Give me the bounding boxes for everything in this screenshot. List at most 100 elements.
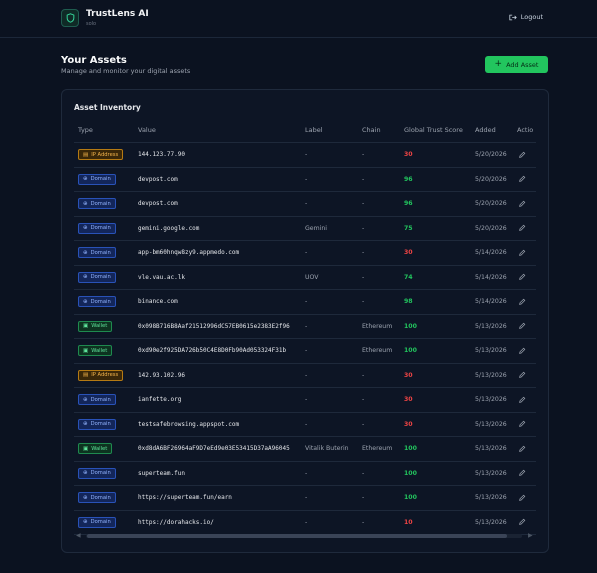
edit-button[interactable] bbox=[518, 168, 526, 192]
trust-score-cell: 10 bbox=[404, 518, 413, 526]
label-cell: - bbox=[305, 175, 308, 183]
type-cell: ▣ Wallet bbox=[78, 339, 113, 363]
table-row[interactable]: ⊕ Domain gemini.google.com Gemini - 75 5/20/20… bbox=[74, 217, 536, 241]
type-cell: ⊕ Domain bbox=[78, 192, 116, 216]
brand-name: TrustLens AI bbox=[86, 9, 149, 19]
scroll-left-icon[interactable]: ◀ bbox=[76, 532, 81, 539]
type-badge: ▣ Wallet bbox=[78, 345, 113, 357]
table-row[interactable]: ⊕ Domain app-bm60hnqw8zy9.appmedo.com - - 30 5… bbox=[74, 241, 536, 266]
add-asset-button[interactable]: + Add Asset bbox=[485, 56, 548, 73]
brand-subtitle: solo bbox=[86, 21, 97, 27]
pencil-icon bbox=[519, 249, 526, 256]
trust-score-cell: 98 bbox=[404, 298, 413, 306]
type-label: Domain bbox=[90, 298, 111, 305]
page-title: Your Assets bbox=[61, 55, 127, 66]
pencil-icon bbox=[519, 396, 526, 403]
value-cell: 142.93.102.96 bbox=[138, 371, 185, 379]
type-label: Wallet bbox=[91, 323, 108, 330]
table-row[interactable]: ▣ Wallet 0x098B716B8Aaf21512996dC57EB0615e… bbox=[74, 315, 536, 339]
column-header-action[interactable]: Actio bbox=[517, 126, 533, 134]
type-badge: ⊕ Domain bbox=[78, 296, 116, 308]
table-row[interactable]: ⊕ Domain binance.com - - 98 5/14/2026 bbox=[74, 290, 536, 315]
edit-button[interactable] bbox=[518, 462, 526, 486]
added-date-cell: 5/20/2026 bbox=[475, 200, 507, 208]
edit-button[interactable] bbox=[518, 511, 526, 535]
edit-button[interactable] bbox=[518, 290, 526, 314]
chain-cell: - bbox=[362, 298, 365, 306]
edit-button[interactable] bbox=[518, 437, 526, 461]
table-row[interactable]: ▤ IP Address 142.93.102.96 - - 30 5/13/2026 bbox=[74, 364, 536, 388]
table-row[interactable]: ⊕ Domain devpost.com - - 96 5/20/2026 bbox=[74, 192, 536, 217]
edit-button[interactable] bbox=[518, 413, 526, 437]
value-cell: https://dorahacks.io/ bbox=[138, 518, 214, 526]
table-row[interactable]: ▣ Wallet 0xd90e2f925DA726b50C4E8D0Fb90Ad05… bbox=[74, 339, 536, 364]
horizontal-scrollbar[interactable]: ◀ ▶ bbox=[74, 532, 536, 540]
server-icon: ▤ bbox=[83, 151, 89, 158]
trust-score-cell: 100 bbox=[404, 469, 417, 477]
value-cell: app-bm60hnqw8zy9.appmedo.com bbox=[138, 249, 240, 257]
edit-button[interactable] bbox=[518, 339, 526, 363]
scrollbar-thumb[interactable] bbox=[87, 534, 507, 538]
trust-score-cell: 100 bbox=[404, 445, 417, 453]
added-date-cell: 5/13/2026 bbox=[475, 396, 507, 404]
edit-button[interactable] bbox=[518, 143, 526, 167]
trust-score-cell: 100 bbox=[404, 322, 417, 330]
edit-button[interactable] bbox=[518, 192, 526, 216]
edit-button[interactable] bbox=[518, 241, 526, 265]
chain-cell: - bbox=[362, 175, 365, 183]
table-row[interactable]: ▤ IP Address 144.123.77.90 - - 30 5/20/2026 bbox=[74, 142, 536, 168]
label-cell: Vitalik Buterin bbox=[305, 445, 349, 453]
pencil-icon bbox=[519, 371, 526, 379]
column-header-score[interactable]: Global Trust Score bbox=[404, 126, 463, 134]
table-row[interactable]: ⊕ Domain ianfette.org - - 30 5/13/2026 bbox=[74, 388, 536, 413]
pencil-icon bbox=[519, 494, 526, 501]
edit-button[interactable] bbox=[518, 486, 526, 510]
label-cell: UOV bbox=[305, 273, 319, 281]
type-label: Domain bbox=[90, 470, 111, 477]
edit-button[interactable] bbox=[518, 217, 526, 241]
chain-cell: - bbox=[362, 420, 365, 428]
type-label: Domain bbox=[90, 519, 111, 526]
chain-cell: - bbox=[362, 224, 365, 232]
pencil-icon bbox=[519, 175, 526, 183]
chain-cell: - bbox=[362, 151, 365, 159]
edit-button[interactable] bbox=[518, 315, 526, 339]
table-row[interactable]: ⊕ Domain devpost.com - - 96 5/20/2026 bbox=[74, 168, 536, 192]
trust-score-cell: 96 bbox=[404, 200, 413, 208]
type-badge: ⊕ Domain bbox=[78, 271, 116, 283]
trust-score-cell: 30 bbox=[404, 151, 413, 159]
type-cell: ⊕ Domain bbox=[78, 168, 116, 192]
globe-icon: ⊕ bbox=[83, 298, 88, 305]
column-header-value[interactable]: Value bbox=[138, 126, 156, 134]
column-header-type[interactable]: Type bbox=[78, 126, 93, 134]
added-date-cell: 5/13/2026 bbox=[475, 494, 507, 502]
value-cell: devpost.com bbox=[138, 200, 178, 208]
brand[interactable]: TrustLens AI solo bbox=[61, 9, 149, 29]
logout-button[interactable]: Logout bbox=[509, 13, 543, 21]
trust-score-cell: 30 bbox=[404, 420, 413, 428]
plus-icon: + bbox=[494, 59, 503, 69]
top-navigation-bar: TrustLens AI solo Logout bbox=[0, 0, 597, 38]
table-row[interactable]: ⊕ Domain vle.vau.ac.lk UOV - 74 5/14/2026 bbox=[74, 266, 536, 290]
type-cell: ▣ Wallet bbox=[78, 437, 113, 461]
type-cell: ⊕ Domain bbox=[78, 511, 116, 535]
edit-button[interactable] bbox=[518, 388, 526, 412]
type-cell: ⊕ Domain bbox=[78, 413, 116, 437]
edit-button[interactable] bbox=[518, 364, 526, 388]
value-cell: 144.123.77.90 bbox=[138, 151, 185, 159]
table-row[interactable]: ⊕ Domain testsafebrowsing.appspot.com - - 30 5… bbox=[74, 413, 536, 437]
globe-icon: ⊕ bbox=[83, 494, 88, 501]
column-header-chain[interactable]: Chain bbox=[362, 126, 381, 134]
table-row[interactable]: ⊕ Domain superteam.fun - - 100 5/13/2026 bbox=[74, 462, 536, 486]
pencil-icon bbox=[519, 518, 526, 526]
column-header-label[interactable]: Label bbox=[305, 126, 323, 134]
column-header-added[interactable]: Added bbox=[475, 126, 496, 134]
scroll-right-icon[interactable]: ▶ bbox=[528, 532, 533, 539]
added-date-cell: 5/13/2026 bbox=[475, 518, 507, 526]
trust-score-cell: 74 bbox=[404, 273, 413, 281]
table-row[interactable]: ▣ Wallet 0xd8dA6BF26964aF9D7eEd9e03E53415D… bbox=[74, 437, 536, 462]
type-badge: ⊕ Domain bbox=[78, 198, 116, 210]
table-row[interactable]: ⊕ Domain https://superteam.fun/earn - - 100 5/… bbox=[74, 486, 536, 511]
edit-button[interactable] bbox=[518, 266, 526, 290]
trust-score-cell: 30 bbox=[404, 396, 413, 404]
